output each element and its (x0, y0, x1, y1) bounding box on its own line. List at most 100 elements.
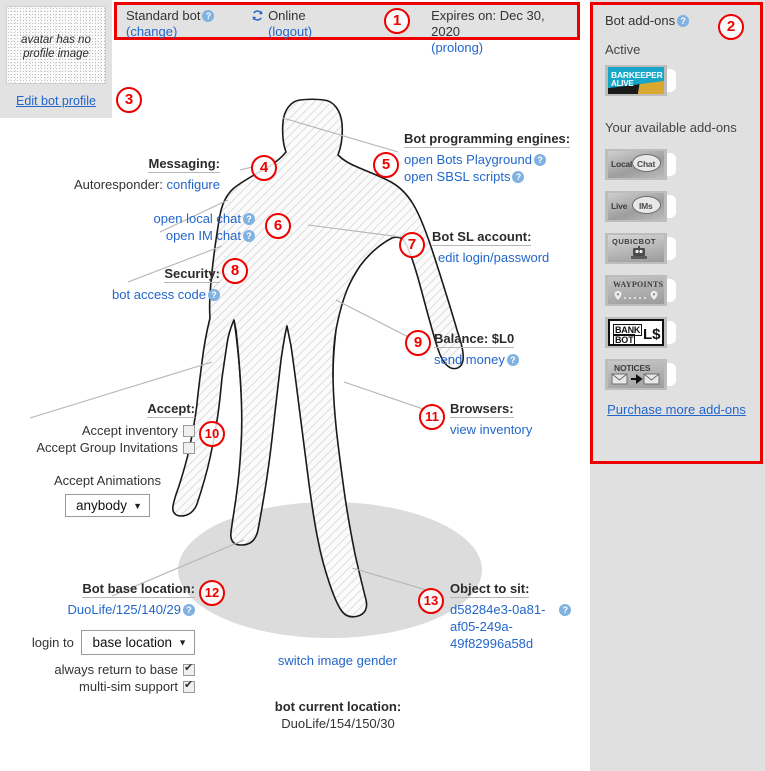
marker-1: 1 (384, 8, 410, 34)
addon-thumbnail[interactable]: BARKEEPER ALIVE (605, 65, 667, 96)
help-icon[interactable]: ? (512, 171, 525, 183)
change-bot-type-link[interactable]: (change) (126, 24, 251, 40)
accept-group-invites-checkbox[interactable] (183, 442, 195, 454)
addon-label-line2: IMs (639, 201, 653, 211)
switch-image-gender-link[interactable]: switch image gender (278, 653, 397, 668)
current-location-heading: bot current location: (274, 699, 402, 714)
edit-login-password-link[interactable]: edit login/password (438, 250, 549, 265)
addon-label-line1: NOTICES (614, 363, 651, 373)
expiry-label: Expires on: Dec 30, 2020 (431, 8, 545, 39)
marker-5: 5 (373, 152, 399, 178)
online-state-label: Online (268, 8, 306, 23)
accept-animations-value: anybody (75, 498, 128, 513)
addon-thumbnail[interactable]: NOTICES (605, 359, 667, 390)
marker-13: 13 (418, 588, 444, 614)
svg-text:L$: L$ (643, 326, 661, 343)
marker-11: 11 (419, 404, 445, 430)
bot-access-code-link[interactable]: bot access code (112, 287, 206, 302)
sl-account-group: Bot SL account: edit login/password (432, 228, 549, 266)
help-icon[interactable]: ? (506, 354, 519, 366)
help-icon[interactable]: ? (243, 230, 255, 242)
help-icon[interactable]: ? (183, 604, 195, 616)
avatar-block: avatar has no profile image Edit bot pro… (0, 0, 112, 118)
addon-item-barkeeper-alive[interactable]: BARKEEPER ALIVE (605, 65, 750, 96)
help-icon[interactable]: ? (243, 213, 255, 225)
leader-browsers (343, 381, 433, 413)
addon-label-line2: Chat (637, 159, 656, 169)
envelope-arrow-icon (611, 373, 660, 385)
current-location-group: bot current location: DuoLife/154/150/30 (218, 698, 458, 732)
help-icon[interactable]: ? (559, 604, 572, 616)
prolong-link[interactable]: (prolong) (431, 40, 577, 56)
marker-2: 2 (718, 14, 744, 40)
addon-tab (667, 153, 676, 176)
view-inventory-link[interactable]: view inventory (450, 422, 532, 437)
help-icon[interactable]: ? (202, 10, 215, 22)
addon-item-qubicbot[interactable]: QUBICBOT (605, 233, 750, 264)
addon-thumbnail[interactable]: Local Chat (605, 149, 667, 180)
addon-label-line1: WAYPOINTS (613, 280, 664, 289)
logout-link[interactable]: (logout) (268, 24, 351, 40)
help-icon[interactable]: ? (677, 15, 690, 27)
sync-icon (252, 10, 263, 21)
addon-thumbnail[interactable]: QUBICBOT (605, 233, 667, 264)
addon-tab (667, 195, 676, 218)
login-to-select[interactable]: base location ▼ (81, 630, 195, 655)
base-location-heading: Bot base location: (82, 581, 195, 598)
addons-active-label: Active (605, 42, 641, 57)
addon-thumbnail[interactable]: WAYPOINTS (605, 275, 667, 306)
always-return-checkbox[interactable] (183, 661, 195, 676)
object-id-line2[interactable]: af05-249a- (450, 619, 513, 634)
addon-item-notices[interactable]: NOTICES (605, 359, 750, 390)
accept-inventory-label: Accept inventory (81, 423, 178, 438)
addon-item-bank-bot[interactable]: BANK BOT L$ (605, 317, 750, 348)
chat-links-group: open local chat? open IM chat? (110, 210, 255, 244)
open-im-chat-link[interactable]: open IM chat (166, 228, 241, 243)
chevron-down-icon: ▼ (178, 637, 187, 647)
switch-gender-group: switch image gender (230, 652, 445, 669)
autoresponder-configure-link[interactable]: configure (167, 177, 220, 192)
open-bots-playground-link[interactable]: open Bots Playground (404, 152, 532, 167)
addon-thumbnail[interactable]: Live IMs (605, 191, 667, 222)
multi-sim-checkbox[interactable] (183, 678, 195, 693)
accept-heading: Accept: (147, 401, 195, 418)
base-location-value-link[interactable]: DuoLife/125/140/29 (68, 602, 181, 617)
accept-inventory-checkbox[interactable] (183, 425, 195, 437)
addon-tab (667, 69, 676, 92)
addon-thumbnail[interactable]: BANK BOT L$ (605, 317, 667, 348)
status-bar: Standard bot? (change) Online (logout) E… (114, 2, 580, 55)
marker-6: 6 (265, 213, 291, 239)
accept-animations-select[interactable]: anybody ▼ (64, 494, 151, 517)
addon-item-waypoints[interactable]: WAYPOINTS (605, 275, 750, 306)
help-icon[interactable]: ? (208, 289, 220, 301)
status-bot-type: Standard bot? (change) (126, 8, 251, 40)
send-money-link[interactable]: send money (434, 352, 505, 367)
object-id-line1[interactable]: d58284e3-0a81- (450, 602, 545, 617)
money-icon: L$ (643, 326, 661, 343)
open-local-chat-link[interactable]: open local chat (154, 211, 241, 226)
marker-9: 9 (405, 330, 431, 356)
bot-type-label: Standard bot (126, 8, 201, 23)
edit-bot-profile-link[interactable]: Edit bot profile (6, 94, 106, 108)
ground-shadow (178, 502, 482, 638)
accept-group-invites-label: Accept Group Invitations (36, 440, 178, 455)
sl-account-heading: Bot SL account: (432, 229, 532, 246)
marker-4: 4 (251, 155, 277, 181)
base-location-group: Bot base location: DuoLife/125/140/29? l… (10, 580, 195, 695)
engines-group: Bot programming engines: open Bots Playg… (404, 130, 571, 185)
object-id-line3[interactable]: 49f82996a58d (450, 636, 533, 651)
help-icon[interactable]: ? (533, 154, 546, 166)
addon-label-line2: BOT (613, 334, 636, 345)
addon-item-live-ims[interactable]: Live IMs (605, 191, 750, 222)
addon-item-local-chat[interactable]: Local Chat (605, 149, 750, 180)
object-to-sit-heading: Object to sit: (450, 581, 530, 598)
balance-heading: Balance: $L0 (434, 331, 515, 348)
avatar: avatar has no profile image (6, 6, 106, 84)
autoresponder-label: Autoresponder: (73, 177, 163, 192)
object-to-sit-group: Object to sit: d58284e3-0a81-? af05-249a… (450, 580, 585, 652)
marker-10: 10 (199, 421, 225, 447)
login-to-label: login to (31, 635, 74, 650)
addon-tab (667, 363, 676, 386)
purchase-more-addons-link[interactable]: Purchase more add-ons (603, 402, 750, 417)
open-sbsl-scripts-link[interactable]: open SBSL scripts (404, 169, 510, 184)
